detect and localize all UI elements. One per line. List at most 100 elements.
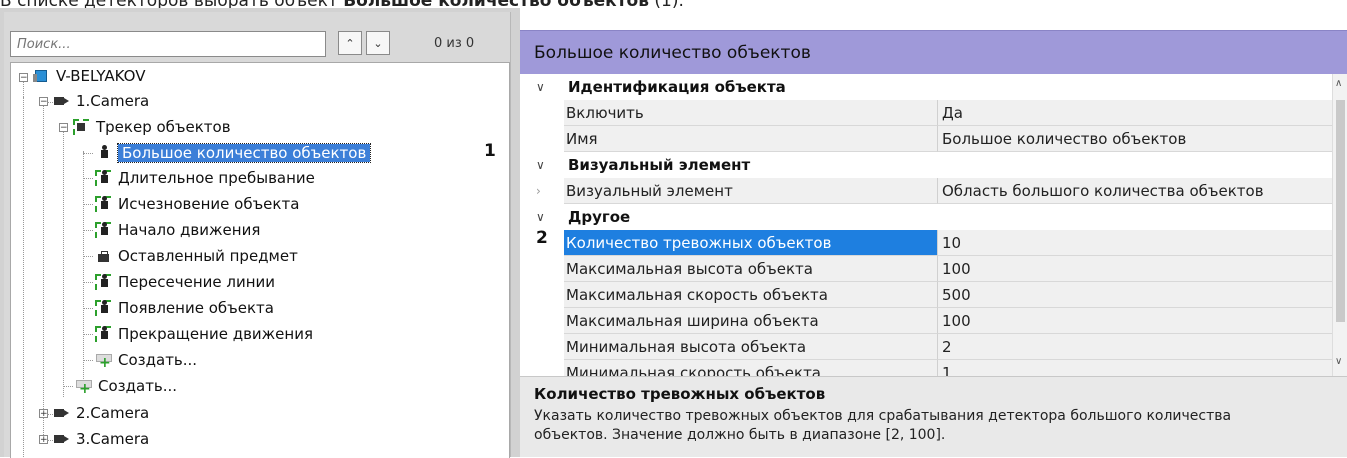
property-row-name[interactable]: Имя Большое количество объектов [520, 126, 1332, 152]
callout-2: 2 [536, 228, 548, 248]
property-row-visual[interactable]: › Визуальный элемент Область большого ко… [520, 178, 1332, 204]
tree-node-label: Появление объекта [118, 299, 274, 317]
property-value[interactable]: 2 [938, 334, 1332, 360]
detector-tree-panel: ⌃ ⌄ 0 из 0 − V-BELYAKOV − 1.Camera − Тре… [4, 12, 511, 458]
tree-node-label: Пересечение линии [118, 273, 276, 291]
tree-node-label: Начало движения [118, 221, 261, 239]
chevron-up-icon: ⌃ [345, 36, 355, 50]
motion-start-icon [95, 222, 113, 238]
tree-node-label: Трекер объектов [96, 118, 231, 136]
search-count: 0 из 0 [434, 36, 475, 51]
search-prev-button[interactable]: ⌃ [338, 31, 362, 55]
tree-node-label: V-BELYAKOV [56, 67, 146, 85]
property-row-max-height[interactable]: Максимальная высота объекта 100 [520, 256, 1332, 282]
section-label: Идентификация объекта [568, 78, 786, 96]
property-value[interactable]: 100 [938, 256, 1332, 282]
scroll-down-icon[interactable]: ∨ [1335, 356, 1342, 367]
tree-node-motion-stop[interactable]: Прекращение движения [95, 323, 313, 345]
property-key: Количество тревожных объектов [564, 230, 938, 256]
property-value[interactable]: 100 [938, 308, 1332, 334]
section-identification[interactable]: ∨ Идентификация объекта [520, 74, 1332, 100]
crowd-detector-icon [95, 145, 113, 161]
chevron-down-icon: ⌄ [373, 36, 383, 50]
description-text: Указать количество тревожных объектов дл… [534, 408, 1232, 443]
property-row-max-width[interactable]: Максимальная ширина объекта 100 [520, 308, 1332, 334]
tree-node-camera-1[interactable]: 1.Camera [53, 90, 149, 112]
camera-icon [53, 405, 71, 421]
motion-stop-icon [95, 326, 113, 342]
collapse-toggle[interactable]: − [19, 73, 28, 83]
tree-node-create-tracker[interactable]: + Создать... [75, 375, 177, 397]
tree-node-object-disappear[interactable]: Исчезновение объекта [95, 193, 299, 215]
tree-node-label: Длительное пребывание [118, 169, 315, 187]
section-label: Другое [568, 208, 631, 226]
object-disappear-icon [95, 196, 113, 212]
property-key: Максимальная высота объекта [564, 256, 938, 282]
tree-node-label: Исчезновение объекта [118, 195, 300, 213]
loitering-icon [95, 170, 113, 186]
search-input[interactable] [10, 31, 326, 57]
property-row-min-speed[interactable]: Минимальная скорость объекта 1 [520, 360, 1332, 376]
server-icon [33, 68, 51, 84]
property-key: Минимальная высота объекта [564, 334, 938, 360]
tree-node-abandoned-object[interactable]: Оставленный предмет [95, 245, 298, 267]
object-appear-icon [95, 300, 113, 316]
property-row-max-speed[interactable]: Максимальная скорость объекта 500 [520, 282, 1332, 308]
tree-node-camera-3[interactable]: 3.Camera [53, 428, 149, 450]
chevron-down-icon[interactable]: ∨ [536, 210, 545, 224]
property-key: Имя [564, 126, 938, 152]
callout-1: 1 [484, 141, 496, 161]
line-crossing-icon [95, 274, 113, 290]
section-visual[interactable]: ∨ Визуальный элемент [520, 152, 1332, 178]
property-key: Минимальная скорость объекта [564, 360, 938, 376]
search-next-button[interactable]: ⌄ [366, 31, 390, 55]
tree-node-label: 2.Camera [76, 404, 150, 422]
tree-node-label: Прекращение движения [118, 325, 313, 343]
tree-node-line-crossing[interactable]: Пересечение линии [95, 271, 275, 293]
chevron-down-icon[interactable]: ∨ [536, 158, 545, 172]
tree-node-motion-start[interactable]: Начало движения [95, 219, 260, 241]
camera-icon [53, 93, 71, 109]
property-row-alarm-count[interactable]: Количество тревожных объектов 10 [520, 230, 1332, 256]
description-title: Количество тревожных объектов [534, 385, 826, 403]
tree-node-label: Создать... [98, 377, 178, 395]
scroll-up-icon[interactable]: ∧ [1335, 78, 1342, 89]
tree-node-label: 1.Camera [76, 92, 150, 110]
property-grid[interactable]: ∨ Идентификация объекта Включить Да Имя … [520, 74, 1332, 376]
properties-panel: Большое количество объектов ∨ Идентифика… [520, 8, 1347, 457]
device-tree[interactable]: − V-BELYAKOV − 1.Camera − Трекер объекто… [10, 62, 510, 458]
section-other[interactable]: ∨ Другое [520, 204, 1332, 230]
tree-node-label: 3.Camera [76, 430, 150, 448]
camera-icon [53, 431, 71, 447]
tree-node-crowd-detector[interactable]: Большое количество объектов [95, 142, 372, 164]
tree-node-label: Создать... [118, 351, 198, 369]
property-row-enable[interactable]: Включить Да [520, 100, 1332, 126]
property-key: Включить [564, 100, 938, 126]
property-grid-scrollbar[interactable]: ∧ ∨ [1332, 74, 1347, 376]
tree-node-create-detector[interactable]: + Создать... [95, 349, 197, 371]
panel-title: Большое количество объектов [520, 30, 1347, 74]
tree-node-label: Большое количество объектов [116, 143, 372, 163]
property-value[interactable]: 500 [938, 282, 1332, 308]
tree-node-object-appear[interactable]: Появление объекта [95, 297, 274, 319]
chevron-down-icon[interactable]: ∨ [536, 80, 545, 94]
property-value[interactable]: 1 [938, 360, 1332, 376]
tree-node-tracker[interactable]: Трекер объектов [73, 116, 231, 138]
property-description: Количество тревожных объектов Указать ко… [520, 376, 1347, 457]
collapse-toggle[interactable]: − [59, 123, 68, 133]
property-value[interactable]: Большое количество объектов [938, 126, 1332, 152]
property-row-min-height[interactable]: Минимальная высота объекта 2 [520, 334, 1332, 360]
tree-node-loitering[interactable]: Длительное пребывание [95, 167, 315, 189]
scrollbar-thumb[interactable] [1336, 100, 1345, 322]
tracker-icon [73, 119, 91, 135]
property-value[interactable]: Область большого количества объектов [938, 178, 1332, 204]
property-key: Максимальная ширина объекта [564, 308, 938, 334]
add-icon: + [75, 378, 93, 396]
tree-node-server[interactable]: V-BELYAKOV [33, 65, 145, 87]
chevron-right-icon[interactable]: › [536, 184, 541, 198]
property-value[interactable]: Да [938, 100, 1332, 126]
property-value[interactable]: 10 [938, 230, 1332, 256]
tree-node-label: Оставленный предмет [118, 247, 298, 265]
section-label: Визуальный элемент [568, 156, 751, 174]
tree-node-camera-2[interactable]: 2.Camera [53, 402, 149, 424]
